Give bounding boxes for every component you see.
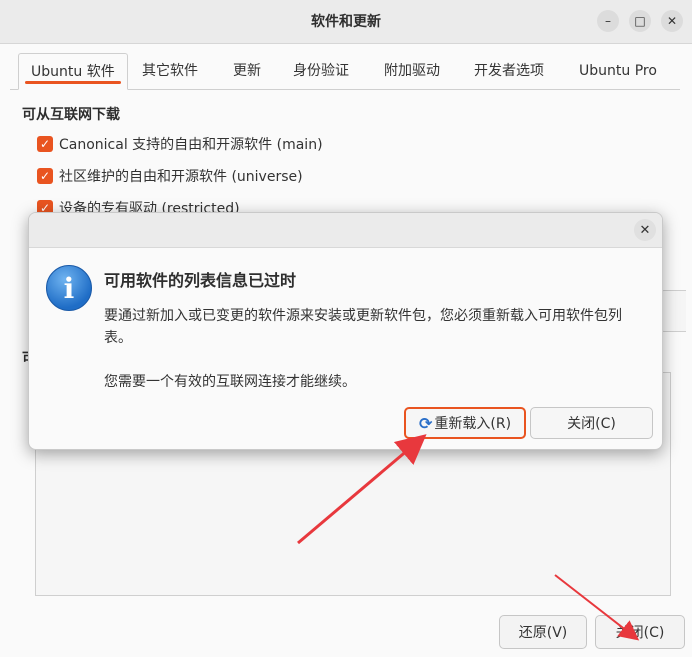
annotation-arrows xyxy=(297,434,640,641)
annotation-arrow-close xyxy=(554,574,640,641)
annotation-arrow-reload xyxy=(297,434,427,545)
